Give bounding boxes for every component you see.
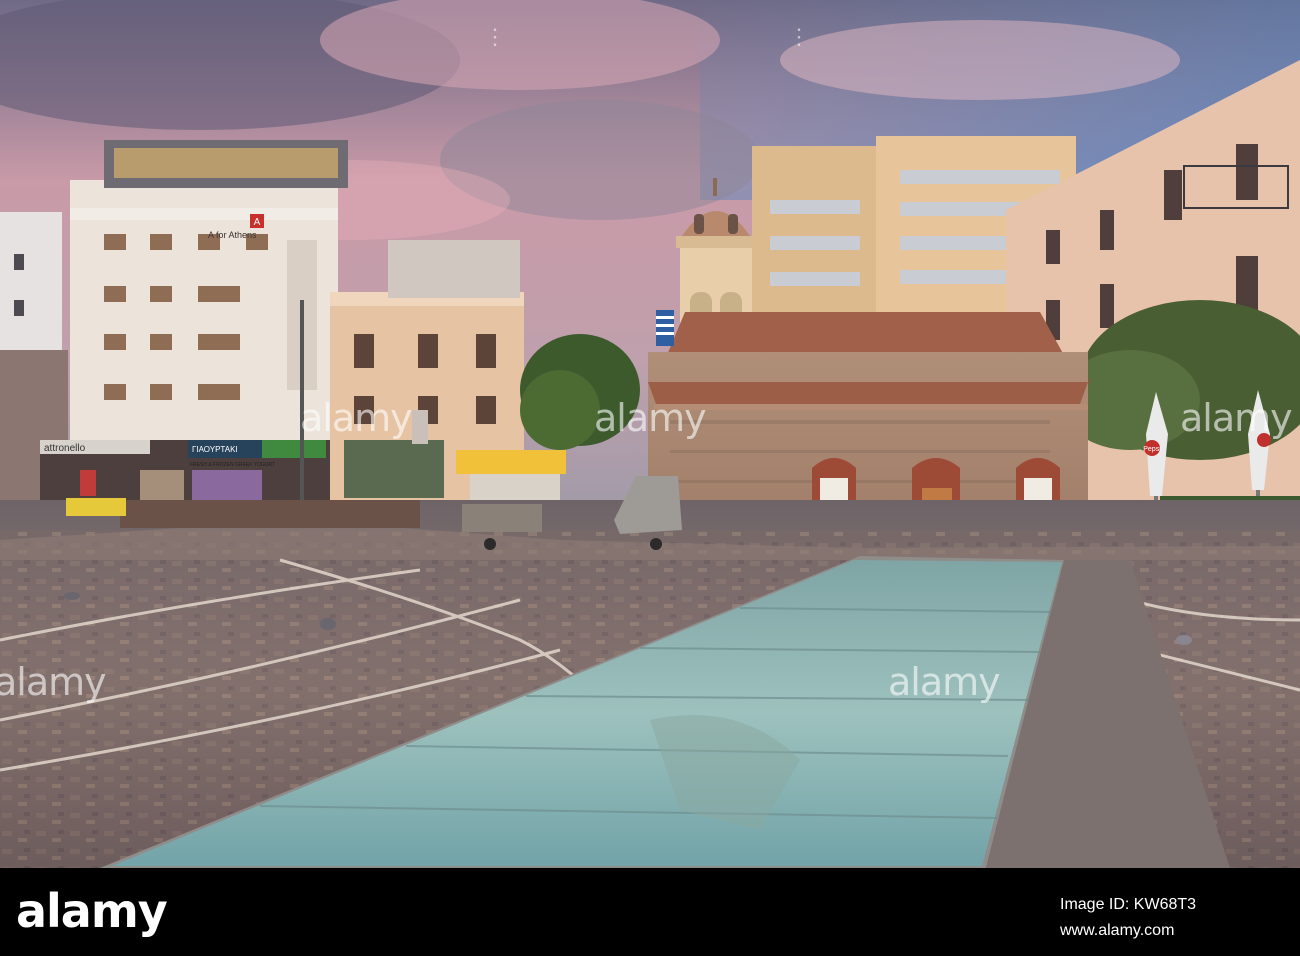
- hotel-sign-letter: A: [254, 217, 261, 228]
- alamy-watermark: alamy: [300, 396, 413, 440]
- alamy-pin-icon: ⋮: [484, 24, 506, 49]
- cafe-sign: attronello: [44, 443, 86, 454]
- shop-sign-sub: FRESH & FROZEN GREEK YOGURT: [190, 462, 275, 468]
- alamy-watermark: alamy: [1180, 396, 1293, 440]
- umbrella-brand: Pepsi: [1143, 446, 1161, 453]
- image-id: Image ID: KW68T3: [1060, 896, 1197, 913]
- shop-sign: ΓΙΑΟΥΡΤΑΚΙ: [192, 445, 238, 454]
- alamy-watermark: alamy: [594, 396, 707, 440]
- alamy-watermark: alamy: [0, 660, 107, 704]
- alamy-logo: alamy: [16, 884, 168, 938]
- site-url: www.alamy.com: [1060, 922, 1175, 939]
- hotel-sign: A for Athens: [208, 230, 257, 240]
- alamy-watermark: alamy: [888, 660, 1001, 704]
- alamy-pin-icon: ⋮: [788, 24, 810, 49]
